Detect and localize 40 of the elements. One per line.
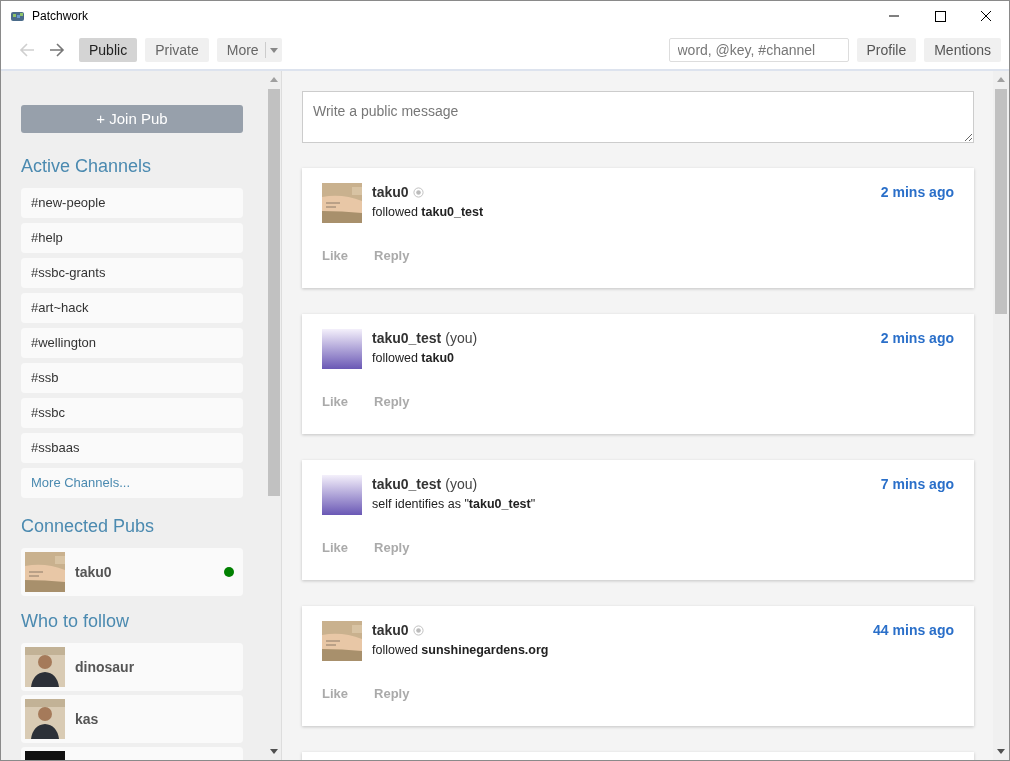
timestamp-link[interactable]: 7 mins ago	[880, 473, 954, 495]
you-label: (you)	[445, 474, 478, 494]
more-channels-link[interactable]: More Channels...	[21, 468, 243, 498]
message-field[interactable]: Write a public message	[302, 91, 974, 143]
user-name: kas	[75, 709, 99, 729]
channel-item[interactable]: #help	[21, 223, 243, 253]
channel-item[interactable]: #new-people	[21, 188, 243, 218]
tab[interactable]: Private	[145, 38, 209, 62]
channel-item[interactable]: #wellington	[21, 328, 243, 358]
toolbar-button[interactable]: Profile	[856, 38, 917, 62]
timestamp-link[interactable]: 44 mins ago	[873, 619, 954, 641]
tab[interactable]: More	[216, 38, 282, 62]
channel-item[interactable]: #ssbc	[21, 398, 243, 428]
toolbar-button[interactable]: Mentions	[924, 38, 1001, 62]
channel-item[interactable]: #ssb	[21, 363, 243, 393]
message-text: followed taku0	[372, 350, 455, 367]
timestamp-link[interactable]: 2 mins ago	[880, 327, 954, 349]
author-name[interactable]: taku0	[372, 181, 409, 203]
message-text: followed sunshinegardens.org	[372, 642, 550, 659]
channel-item[interactable]: #ssbaas	[21, 433, 243, 463]
author-name[interactable]: taku0	[372, 619, 409, 641]
author-name[interactable]: taku0_test	[372, 327, 442, 349]
section-heading: Who to follow	[21, 610, 131, 633]
follow-item[interactable]: kas	[21, 695, 243, 743]
tab[interactable]: Public	[79, 38, 138, 62]
follow-item[interactable]: dinosaur	[21, 643, 243, 691]
section-heading: Active Channels	[21, 155, 153, 178]
timestamp-link[interactable]: 2 mins ago	[880, 181, 954, 203]
author-name[interactable]: taku0_test	[372, 473, 442, 495]
section-heading: Connected Pubs	[21, 515, 156, 538]
message-text: self identifies as "taku0_test"	[372, 496, 537, 513]
channel-item[interactable]: #ssbc-grants	[21, 258, 243, 288]
message-text: followed taku0_test	[372, 204, 485, 221]
user-name: dinosaur	[75, 657, 135, 677]
window-title: Patchwork	[32, 8, 89, 25]
channel-item[interactable]: #art~hack	[21, 293, 243, 323]
you-label: (you)	[445, 328, 478, 348]
pub-name: taku0	[75, 562, 112, 582]
search-field[interactable]: word, @key, #channel	[668, 38, 849, 62]
pub-item[interactable]: taku0	[21, 548, 243, 596]
